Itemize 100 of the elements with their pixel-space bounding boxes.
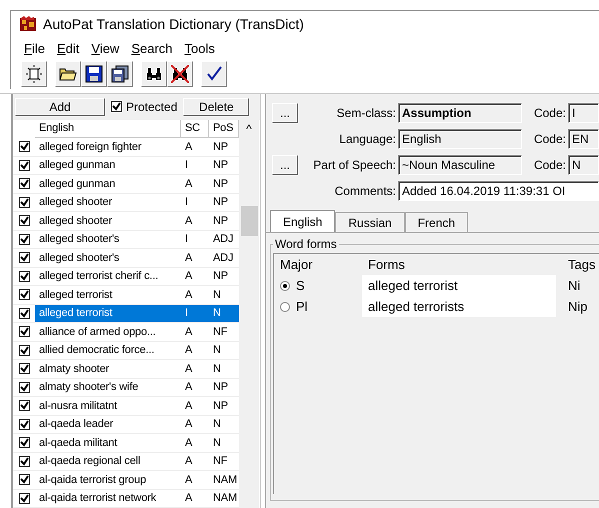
checkbox[interactable] xyxy=(18,456,30,467)
code-field[interactable]: N xyxy=(568,155,599,175)
check-button[interactable] xyxy=(201,61,227,87)
code-field[interactable]: EN xyxy=(568,129,599,149)
radio-button[interactable] xyxy=(280,280,290,290)
table-cell[interactable]: A xyxy=(181,416,209,434)
checkbox[interactable] xyxy=(18,400,30,412)
table-cell[interactable]: A xyxy=(181,471,209,490)
checkbox[interactable] xyxy=(18,492,30,504)
find-button[interactable] xyxy=(141,61,167,87)
table-cell[interactable]: A xyxy=(181,378,209,397)
table-cell[interactable]: A xyxy=(181,249,209,268)
table-cell[interactable]: al-nusra militatnt xyxy=(35,397,181,416)
table-cell[interactable]: alleged terrorist xyxy=(35,304,181,323)
checkbox[interactable] xyxy=(18,252,30,264)
clear-find-button[interactable] xyxy=(167,61,193,87)
checkbox[interactable] xyxy=(18,270,30,282)
radio-button[interactable] xyxy=(280,302,290,312)
table-cell[interactable]: almaty shooter xyxy=(35,360,181,378)
input-field[interactable]: Added 16.04.2019 11:39:31 OI xyxy=(398,181,599,201)
table-cell[interactable]: allied democratic force... xyxy=(35,342,181,360)
table-cell[interactable]: A xyxy=(181,212,209,230)
table-cell[interactable]: alleged gunman xyxy=(35,156,181,175)
checkbox[interactable] xyxy=(18,344,30,356)
table-cell[interactable]: alleged shooter's xyxy=(35,230,181,249)
table-cell[interactable]: alleged shooter xyxy=(35,212,181,230)
table-cell[interactable]: A xyxy=(181,323,209,342)
save-all-button[interactable] xyxy=(107,61,133,87)
checkbox[interactable] xyxy=(18,196,30,208)
checkbox[interactable] xyxy=(18,178,30,190)
tab[interactable]: French xyxy=(404,212,468,232)
column-header[interactable]: SC xyxy=(181,120,209,138)
checkbox[interactable] xyxy=(18,289,30,300)
menu-item[interactable]: View xyxy=(86,38,124,58)
table-cell[interactable]: A xyxy=(181,434,209,452)
checkbox[interactable] xyxy=(18,234,30,245)
table-cell[interactable]: al-qaida terrorist network xyxy=(35,490,181,508)
tab[interactable]: English xyxy=(270,210,336,232)
menu-item[interactable]: File xyxy=(19,38,50,58)
table-cell[interactable]: A xyxy=(181,360,209,378)
save-all-icon xyxy=(111,65,129,83)
new-button[interactable] xyxy=(21,61,47,87)
checkbox[interactable] xyxy=(18,326,30,338)
table-cell[interactable]: almaty shooter's wife xyxy=(35,378,181,397)
table-cell[interactable]: alleged terrorist cherif c... xyxy=(35,268,181,286)
table-cell[interactable]: alleged shooter's xyxy=(35,249,181,268)
scrollbar[interactable]: ^ xyxy=(239,120,259,508)
table-cell[interactable]: alleged terrorist xyxy=(362,275,556,296)
browse-button[interactable]: ... xyxy=(272,155,298,175)
scroll-up-arrow[interactable]: ^ xyxy=(246,120,252,138)
table-cell[interactable]: al-qaeda leader xyxy=(35,416,181,434)
table-cell[interactable]: A xyxy=(181,342,209,360)
table-cell[interactable]: A xyxy=(181,397,209,416)
table-cell[interactable]: alleged terrorists xyxy=(362,296,556,317)
input-field[interactable]: Assumption xyxy=(398,103,522,123)
table-cell[interactable]: A xyxy=(181,138,209,156)
checkbox[interactable] xyxy=(18,160,30,171)
menu-item[interactable]: Tools xyxy=(180,38,220,58)
table-cell[interactable]: al-qaeda regional cell xyxy=(35,452,181,471)
table-cell[interactable]: I xyxy=(181,194,209,212)
table-cell[interactable]: alliance of armed oppo... xyxy=(35,323,181,342)
checkbox[interactable] xyxy=(18,308,30,319)
save-button[interactable] xyxy=(81,61,107,87)
add-button[interactable]: Add xyxy=(15,98,105,116)
checkbox[interactable] xyxy=(18,215,30,226)
checkbox[interactable] xyxy=(18,382,30,393)
checkbox[interactable] xyxy=(18,474,30,486)
protected-label: Protected xyxy=(126,100,178,114)
table-cell[interactable]: al-qaeda militant xyxy=(35,434,181,452)
table-cell[interactable]: A xyxy=(181,175,209,194)
scroll-thumb[interactable] xyxy=(240,206,258,236)
table-cell[interactable]: N xyxy=(209,304,239,323)
save-icon xyxy=(85,65,103,83)
table-cell[interactable]: I xyxy=(181,230,209,249)
checkbox[interactable] xyxy=(18,437,30,448)
table-cell[interactable]: I xyxy=(181,304,209,323)
menu-item[interactable]: Search xyxy=(126,38,178,58)
table-cell[interactable]: A xyxy=(181,268,209,286)
checkbox[interactable] xyxy=(111,101,122,112)
checkbox[interactable] xyxy=(18,363,30,374)
table-cell[interactable]: I xyxy=(181,156,209,175)
input-field[interactable]: English xyxy=(398,129,522,149)
input-field[interactable]: ~Noun Masculine xyxy=(398,155,522,175)
tab[interactable]: Russian xyxy=(335,212,405,232)
table-cell[interactable]: A xyxy=(181,490,209,508)
table-cell[interactable]: al-qaida terrorist group xyxy=(35,471,181,490)
checkbox[interactable] xyxy=(18,141,30,152)
menu-item[interactable]: Edit xyxy=(52,38,84,58)
table-cell-text: Ni xyxy=(567,277,582,295)
table-cell[interactable]: alleged gunman xyxy=(35,175,181,194)
column-header[interactable]: English xyxy=(35,120,181,138)
delete-button[interactable]: Delete xyxy=(183,98,250,116)
browse-button[interactable]: ... xyxy=(272,103,298,123)
column-header[interactable]: PoS xyxy=(209,120,239,138)
checkbox[interactable] xyxy=(18,418,30,430)
open-button[interactable] xyxy=(55,61,81,87)
code-field[interactable]: I xyxy=(568,103,599,123)
table-cell[interactable]: alleged shooter xyxy=(35,194,181,212)
table-cell[interactable]: alleged foreign fighter xyxy=(35,138,181,156)
table-cell[interactable]: A xyxy=(181,452,209,471)
